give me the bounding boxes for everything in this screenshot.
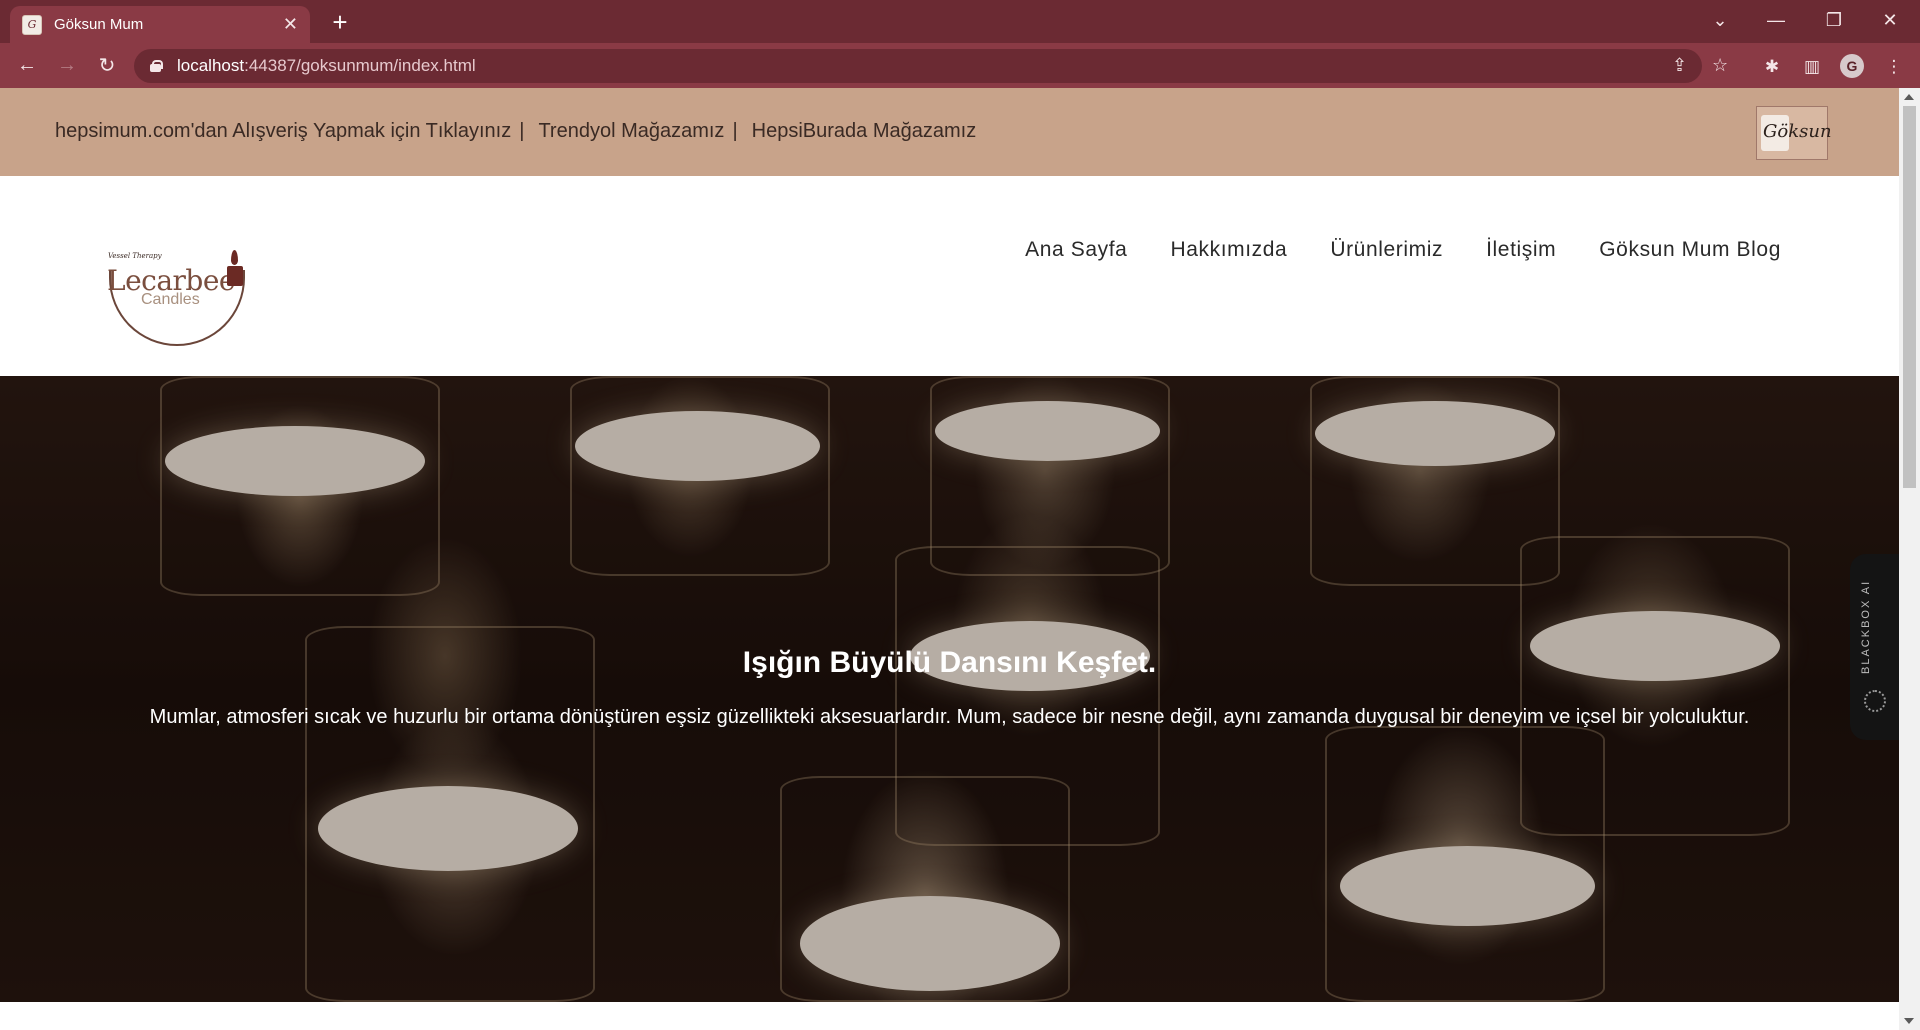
site-header: Vessel Therapy Lecarbee Candles Ana Sayf… bbox=[0, 176, 1899, 376]
scrollbar-thumb[interactable] bbox=[1903, 106, 1916, 488]
page-scrollbar[interactable] bbox=[1899, 88, 1920, 1030]
back-icon[interactable]: ← bbox=[12, 50, 42, 80]
topbar-separator: | bbox=[519, 120, 525, 142]
close-window-icon[interactable]: ✕ bbox=[1862, 0, 1918, 40]
reload-icon[interactable]: ↻ bbox=[92, 50, 122, 80]
side-panel-icon[interactable]: ▥ bbox=[1800, 55, 1824, 79]
nav-item-about[interactable]: Hakkımızda bbox=[1170, 238, 1287, 262]
forward-icon[interactable]: → bbox=[52, 50, 82, 80]
tab-close-icon[interactable]: ✕ bbox=[283, 14, 298, 35]
brand-logo[interactable]: Vessel Therapy Lecarbee Candles bbox=[105, 246, 250, 346]
menu-kebab-icon[interactable]: ⋮ bbox=[1882, 55, 1906, 79]
topbar-link-hepsiburada[interactable]: HepsiBurada Mağazamız bbox=[752, 120, 977, 143]
nav-item-products[interactable]: Ürünlerimiz bbox=[1330, 238, 1443, 262]
profile-avatar[interactable]: G bbox=[1840, 54, 1864, 78]
ai-dots-icon bbox=[1864, 690, 1886, 712]
promo-topbar: hepsimum.com'dan Alışveriş Yapmak için T… bbox=[0, 88, 1899, 176]
hero-banner: Işığın Büyülü Dansını Keşfet. Mumlar, at… bbox=[0, 376, 1899, 1002]
widget-label: BLACKBOX AI bbox=[1860, 579, 1872, 674]
hero-title: Işığın Büyülü Dansını Keşfet. bbox=[742, 646, 1157, 679]
brand-tagline: Vessel Therapy bbox=[108, 252, 162, 260]
browser-tabstrip: G Göksun Mum ✕ + ⌄ — ❐ ✕ bbox=[0, 0, 1920, 43]
address-bar[interactable]: localhost:44387/goksunmum/index.html bbox=[134, 49, 1702, 83]
candle-icon bbox=[227, 266, 243, 286]
minimize-icon[interactable]: — bbox=[1748, 0, 1804, 40]
share-icon[interactable]: ⇪ bbox=[1672, 55, 1687, 75]
tab-favicon-icon: G bbox=[22, 14, 42, 35]
hero-text: Mumlar, atmosferi sıcak ve huzurlu bir o… bbox=[149, 706, 1750, 728]
topbar-link-trendyol[interactable]: Trendyol Mağazamız bbox=[538, 120, 724, 143]
extensions-icon[interactable]: ✱ bbox=[1760, 55, 1784, 79]
lock-icon[interactable] bbox=[150, 60, 163, 72]
brand-sub: Candles bbox=[141, 291, 200, 308]
blackbox-ai-widget[interactable]: BLACKBOX AI bbox=[1850, 554, 1899, 740]
url-text: localhost:44387/goksunmum/index.html bbox=[177, 56, 476, 75]
hero-overlay bbox=[0, 376, 1899, 1002]
topbar-link-hepsimum[interactable]: hepsimum.com'dan Alışveriş Yapmak için T… bbox=[55, 120, 511, 143]
mini-logo-text: Göksun bbox=[1763, 121, 1832, 142]
candle-flame-icon bbox=[231, 250, 238, 265]
new-tab-icon[interactable]: + bbox=[324, 6, 356, 38]
browser-tab[interactable]: G Göksun Mum ✕ bbox=[10, 6, 310, 43]
scroll-down-icon[interactable] bbox=[1904, 1018, 1914, 1024]
browser-toolbar: ← → ↻ localhost:44387/goksunmum/index.ht… bbox=[0, 43, 1920, 88]
tab-search-icon[interactable]: ⌄ bbox=[1692, 0, 1748, 40]
nav-item-blog[interactable]: Göksun Mum Blog bbox=[1599, 238, 1781, 262]
scroll-up-icon[interactable] bbox=[1904, 94, 1914, 100]
main-nav: Ana Sayfa Hakkımızda Ürünlerimiz İletişi… bbox=[1025, 238, 1781, 262]
nav-item-contact[interactable]: İletişim bbox=[1486, 238, 1556, 262]
page-viewport: hepsimum.com'dan Alışveriş Yapmak için T… bbox=[0, 88, 1899, 1030]
tab-title: Göksun Mum bbox=[54, 16, 144, 33]
restore-icon[interactable]: ❐ bbox=[1806, 0, 1862, 40]
goksun-mini-logo[interactable]: Göksun bbox=[1756, 106, 1832, 160]
nav-item-home[interactable]: Ana Sayfa bbox=[1025, 238, 1127, 262]
bookmark-star-icon[interactable]: ☆ bbox=[1712, 55, 1728, 75]
topbar-separator: | bbox=[732, 120, 738, 142]
